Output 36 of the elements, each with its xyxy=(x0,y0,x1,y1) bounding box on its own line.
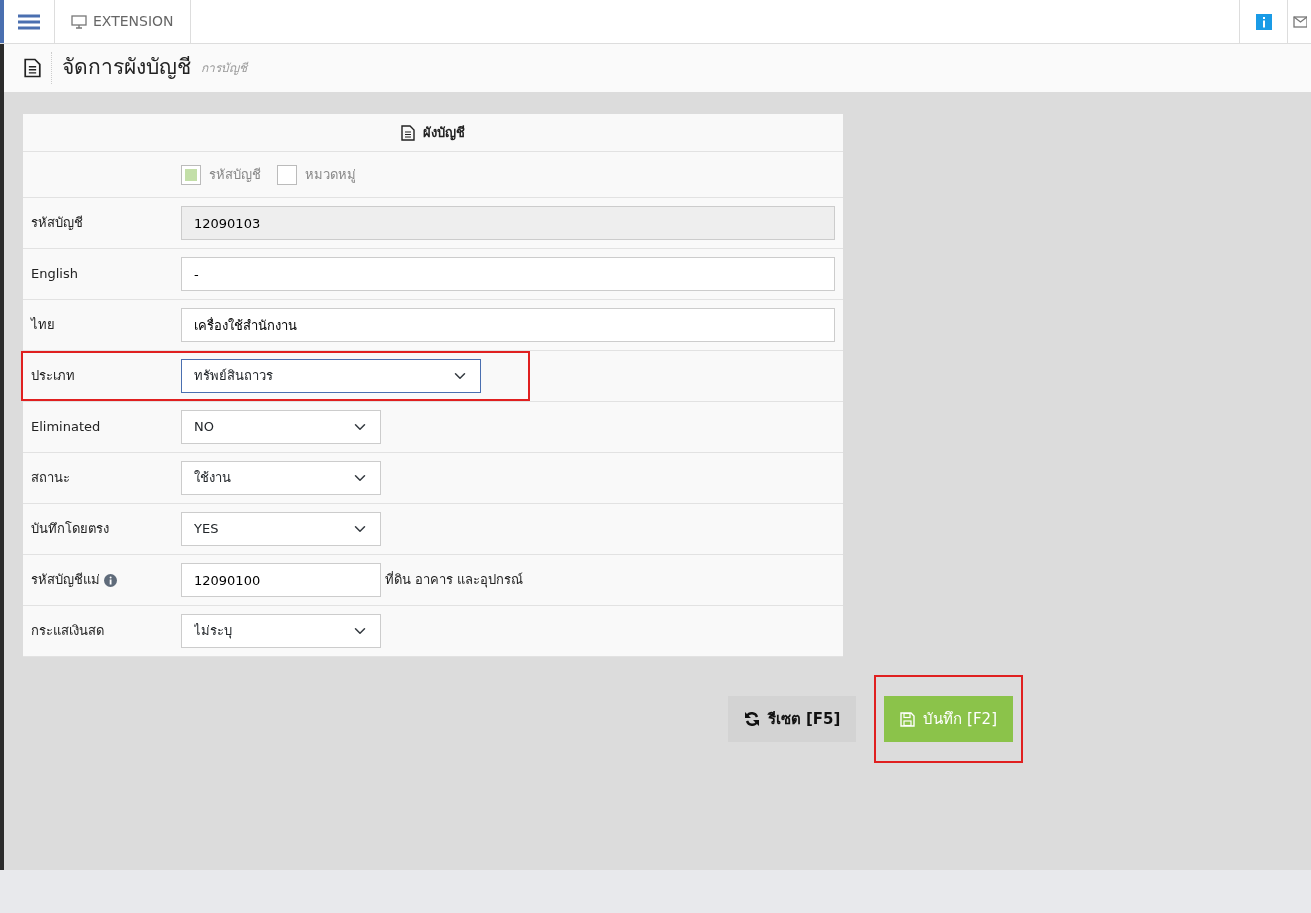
field-label: กระแสเงินสด xyxy=(31,622,104,641)
field-label: รหัสบัญชี xyxy=(31,214,83,233)
document-icon xyxy=(24,58,41,78)
page-subtitle: การบัญชี xyxy=(201,60,247,77)
checkbox-label: รหัสบัญชี xyxy=(209,165,261,184)
parent-account-name: ที่ดิน อาคาร และอุปกรณ์ xyxy=(385,570,524,590)
mail-icon[interactable] xyxy=(1292,14,1307,29)
dropdown[interactable]: ใช้งาน xyxy=(181,461,381,495)
page-title: จัดการผังบัญชี xyxy=(51,52,191,84)
field-label: สถานะ xyxy=(31,469,70,488)
form-title: ผังบัญชี xyxy=(423,123,465,143)
field-label: ไทย xyxy=(31,316,55,335)
field-label: Eliminated xyxy=(31,418,101,437)
dropdown[interactable]: YES xyxy=(181,512,381,546)
text-field[interactable]: เครื่องใช้สำนักงาน xyxy=(181,308,835,342)
dropdown[interactable]: ทรัพย์สินถาวร xyxy=(181,359,481,393)
text-field[interactable]: - xyxy=(181,257,835,291)
document-icon xyxy=(401,124,415,141)
monitor-icon xyxy=(71,14,87,29)
refresh-icon xyxy=(743,711,760,727)
field-label: รหัสบัญชีแม่ xyxy=(31,571,100,590)
info-icon[interactable] xyxy=(1255,13,1272,30)
reset-button[interactable]: รีเซต [F5] xyxy=(727,696,857,742)
text-field[interactable]: 12090100 xyxy=(181,563,381,597)
checkbox-label: หมวดหมู่ xyxy=(305,165,356,185)
menu-icon xyxy=(18,13,40,30)
field-label: English xyxy=(31,265,78,284)
field-label: ประเภท xyxy=(31,367,75,386)
checkbox[interactable] xyxy=(277,164,297,185)
text-field[interactable]: 12090103 xyxy=(181,206,835,240)
field-label: บันทึกโดยตรง xyxy=(31,520,109,539)
dropdown[interactable]: ไม่ระบุ xyxy=(181,614,381,648)
info-icon[interactable] xyxy=(104,573,117,587)
dropdown[interactable]: NO xyxy=(181,410,381,444)
extension-tab[interactable]: EXTENSION xyxy=(93,11,174,32)
checkbox[interactable] xyxy=(181,164,201,185)
